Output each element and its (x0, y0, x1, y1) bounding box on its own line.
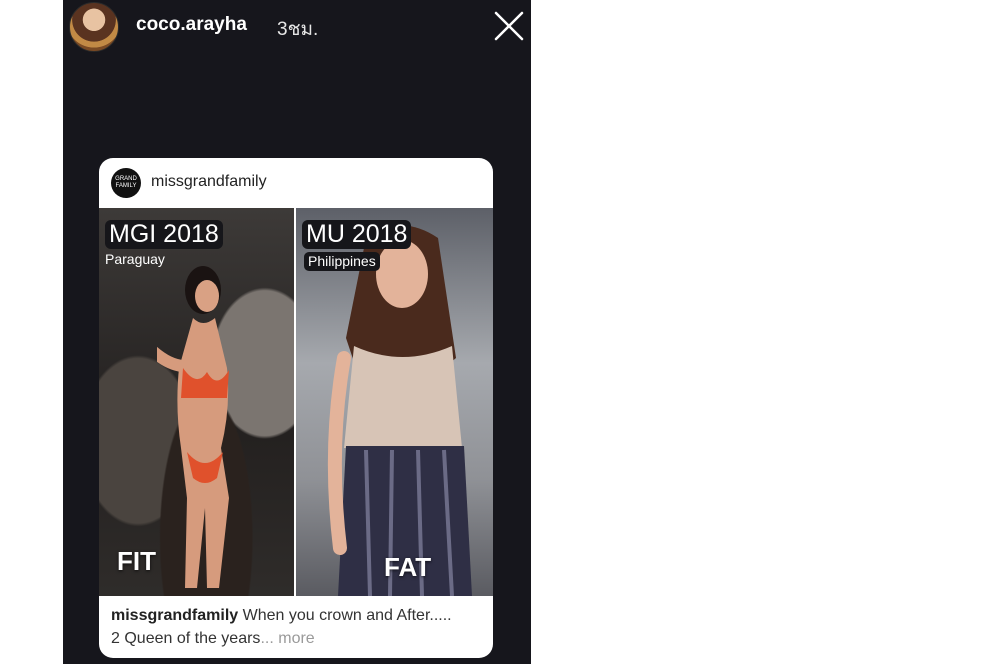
story-viewer: coco.arayha 3ชม. GRAND FAMILY missgrandf… (63, 0, 531, 664)
left-panel-label: FIT (117, 546, 156, 576)
avatar[interactable] (69, 2, 119, 52)
post-image[interactable]: MGI 2018 Paraguay FIT MU 2018 Philippine… (99, 208, 493, 596)
post-caption: missgrandfamily When you crown and After… (111, 604, 483, 650)
story-username[interactable]: coco.arayha (136, 14, 247, 36)
close-icon (494, 11, 524, 41)
photo-left: MGI 2018 Paraguay FIT (99, 208, 294, 596)
avatar-logo-text-2: FAMILY (115, 183, 137, 189)
post-avatar[interactable]: GRAND FAMILY (111, 168, 141, 198)
shared-post-card[interactable]: GRAND FAMILY missgrandfamily MGI 2018 Pa… (99, 158, 493, 658)
page-margin-left (0, 0, 63, 664)
figure-right-image (327, 225, 472, 596)
right-panel-country: Philippines (304, 252, 380, 271)
left-panel-title: MGI 2018 (105, 220, 223, 249)
more-link[interactable]: more (278, 630, 314, 647)
avatar-logo-text-1: GRAND (115, 176, 137, 182)
left-panel-country: Paraguay (105, 251, 165, 267)
post-header: GRAND FAMILY missgrandfamily (99, 158, 493, 208)
story-timestamp: 3ชม. (277, 19, 319, 40)
close-button[interactable] (491, 8, 527, 44)
caption-line-1: When you crown and After..... (242, 607, 452, 624)
figure-left-image (157, 266, 229, 588)
right-panel-label: FAT (384, 552, 432, 582)
caption-ellipsis: ... (260, 630, 274, 647)
post-handle[interactable]: missgrandfamily (151, 173, 267, 191)
photo-right: MU 2018 Philippines FAT (296, 208, 493, 596)
caption-handle[interactable]: missgrandfamily (111, 607, 238, 624)
story-header: coco.arayha 3ชม. (63, 0, 531, 52)
right-panel-title: MU 2018 (302, 220, 412, 249)
caption-line-2: 2 Queen of the years (111, 630, 261, 647)
